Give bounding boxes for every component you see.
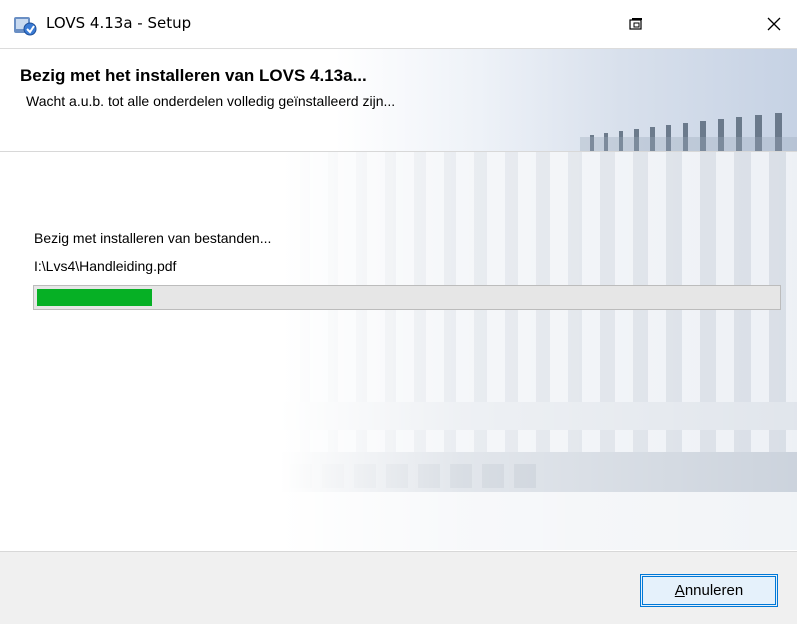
restore-window-button[interactable] [612, 0, 660, 48]
install-progress-bar [33, 285, 781, 310]
cancel-label: nnuleren [684, 582, 744, 599]
window-title: LOVS 4.13a - Setup [46, 14, 192, 32]
title-bar: LOVS 4.13a - Setup [0, 0, 797, 49]
close-icon [767, 17, 781, 31]
restore-window-icon [629, 18, 642, 30]
wizard-header: Bezig met het installeren van LOVS 4.13a… [0, 49, 797, 151]
install-status-text: Bezig met installeren van bestanden... [34, 230, 272, 246]
cancel-button[interactable]: Annuleren [640, 574, 778, 607]
close-window-button[interactable] [750, 0, 797, 48]
setup-installer-icon [14, 17, 37, 36]
progress-fill [37, 289, 152, 306]
cancel-mnemonic: A [674, 582, 685, 599]
header-subtitle: Wacht a.u.b. tot alle onderdelen volledi… [26, 93, 396, 109]
current-file-path: I:\Lvs4\Handleiding.pdf [34, 258, 177, 274]
wizard-footer: Annuleren [0, 551, 797, 624]
install-progress-panel: Bezig met installeren van bestanden... I… [0, 152, 797, 550]
header-title: Bezig met het installeren van LOVS 4.13a… [20, 66, 367, 85]
